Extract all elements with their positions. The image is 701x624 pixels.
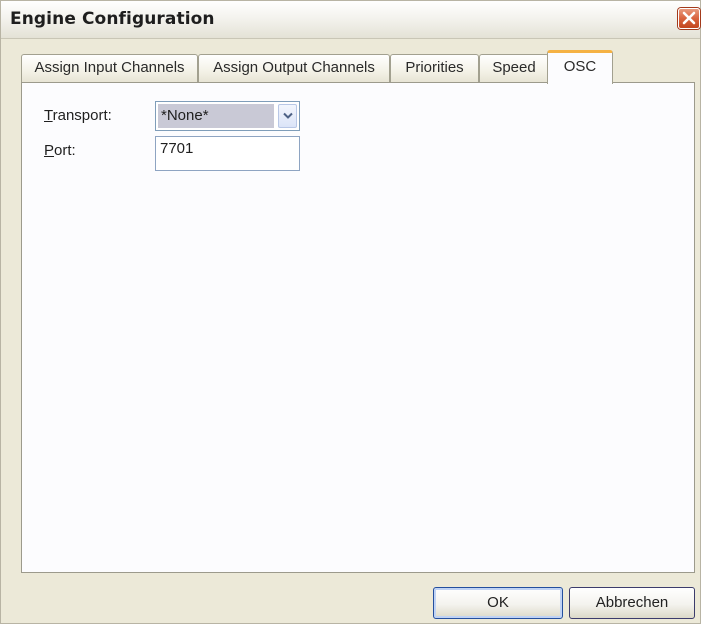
port-input[interactable]: 7701 (155, 136, 300, 171)
transport-selected-value: *None* (158, 104, 274, 128)
cancel-button[interactable]: Abbrechen (569, 587, 695, 619)
transport-label: Transport: (44, 107, 112, 124)
tab-osc[interactable]: OSC (547, 50, 613, 84)
transport-label-rest: ransport: (52, 107, 112, 124)
ok-button[interactable]: OK (433, 587, 563, 619)
title-bar[interactable]: Engine Configuration (1, 1, 700, 39)
port-mnemonic: P (44, 142, 55, 159)
engine-configuration-dialog: Engine Configuration Assign Input Channe… (0, 0, 701, 624)
window-title: Engine Configuration (10, 9, 215, 29)
tab-label: Speed (492, 59, 536, 76)
tab-priorities[interactable]: Priorities (390, 54, 479, 83)
port-label-rest: ort: (54, 142, 76, 159)
close-button[interactable] (678, 8, 700, 29)
close-icon (682, 11, 696, 25)
tab-label: Assign Input Channels (34, 59, 185, 76)
tab-speed[interactable]: Speed (479, 54, 549, 83)
tab-assign-input-channels[interactable]: Assign Input Channels (21, 54, 198, 83)
transport-select[interactable]: *None* (155, 101, 300, 131)
osc-tab-panel: Transport: *None* Port: 7701 (21, 82, 695, 573)
transport-mnemonic: T (44, 107, 53, 124)
transport-dropdown-button[interactable] (278, 104, 297, 128)
tab-assign-output-channels[interactable]: Assign Output Channels (198, 54, 390, 83)
tab-label: Priorities (405, 59, 464, 76)
tab-label: OSC (563, 58, 597, 75)
port-label: Port: (44, 142, 76, 159)
tab-label: Assign Output Channels (213, 59, 375, 76)
chevron-down-icon (283, 112, 293, 119)
